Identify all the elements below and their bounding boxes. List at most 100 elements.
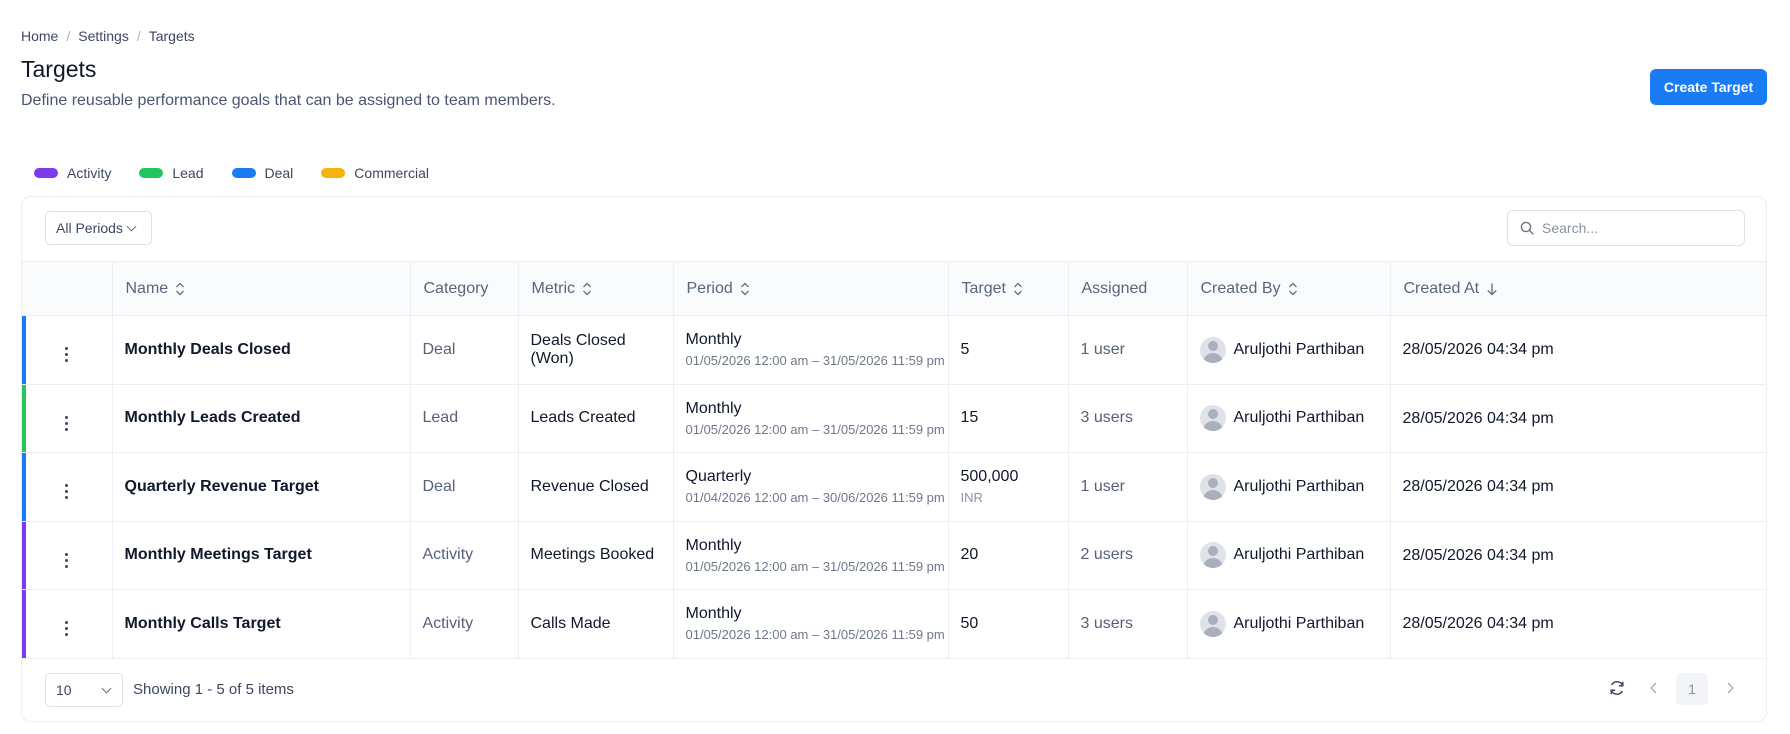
category-color-bar: [22, 521, 26, 589]
target-created-by-cell: Aruljothi Parthiban: [1187, 521, 1391, 590]
target-period-cell: Quarterly 01/04/2026 12:00 am – 30/06/202…: [673, 452, 949, 522]
legend-label: Activity: [67, 165, 112, 181]
row-actions-cell: [22, 521, 113, 590]
target-metric: Deals Closed (Won): [518, 315, 674, 385]
header-period[interactable]: Period: [673, 261, 949, 316]
target-period-cell: Monthly 01/05/2026 12:00 am – 31/05/2026 …: [673, 589, 949, 659]
target-period: Monthly: [685, 605, 742, 623]
target-value-cell: 15: [948, 384, 1069, 453]
header-target[interactable]: Target: [948, 261, 1069, 316]
target-created-at: 28/05/2026 04:34 pm: [1390, 589, 1766, 659]
page-size-select[interactable]: 10: [45, 673, 123, 707]
period-filter-select[interactable]: All Periods: [45, 211, 152, 245]
kebab-icon[interactable]: [65, 415, 69, 431]
search-icon: [1520, 221, 1534, 235]
header-name[interactable]: Name: [112, 261, 411, 316]
legend-swatch: [139, 168, 164, 178]
header-label: Period: [686, 279, 733, 297]
target-metric: Meetings Booked: [518, 521, 674, 590]
row-actions-cell: [22, 452, 113, 522]
target-created-at: 28/05/2026 04:34 pm: [1390, 521, 1766, 590]
sort-icon[interactable]: [740, 282, 750, 296]
legend-item-commercial: Commercial: [321, 165, 429, 181]
header-actions: [22, 261, 113, 316]
search-input[interactable]: [1542, 220, 1732, 236]
target-period: Quarterly: [685, 468, 752, 486]
target-name[interactable]: Monthly Leads Created: [112, 384, 411, 453]
target-assigned: 3 users: [1068, 589, 1188, 659]
target-period: Monthly: [685, 331, 742, 349]
target-value-cell: 20: [948, 521, 1069, 590]
sort-icon[interactable]: [1288, 282, 1298, 296]
table-row[interactable]: Monthly Meetings Target Activity Meetings …: [22, 521, 1766, 590]
create-target-button[interactable]: Create Target: [1650, 69, 1767, 105]
target-name[interactable]: Monthly Meetings Target: [112, 521, 411, 590]
target-created-at: 28/05/2026 04:34 pm: [1390, 315, 1766, 385]
target-created-by-cell: Aruljothi Parthiban: [1187, 452, 1391, 522]
chevron-left-icon[interactable]: [1649, 681, 1659, 700]
user-avatar-icon: [1199, 610, 1226, 637]
creator-name: Aruljothi Parthiban: [1233, 340, 1365, 358]
breadcrumb-home[interactable]: Home: [21, 28, 58, 44]
target-value-cell: 500,000 INR: [948, 452, 1069, 522]
page-number-current[interactable]: 1: [1676, 673, 1708, 705]
user-avatar-icon: [1199, 473, 1226, 500]
kebab-icon[interactable]: [65, 484, 69, 500]
header-created-at[interactable]: Created At: [1390, 261, 1766, 316]
refresh-icon[interactable]: [1608, 679, 1626, 702]
header-created-by[interactable]: Created By: [1187, 261, 1391, 316]
chevron-right-icon[interactable]: [1725, 681, 1735, 700]
legend-swatch: [34, 168, 58, 178]
table-row[interactable]: Monthly Leads Created Lead Leads Created Mo…: [22, 384, 1766, 453]
sort-icon[interactable]: [1013, 282, 1023, 296]
legend-item-deal: Deal: [231, 165, 294, 181]
header-metric[interactable]: Metric: [518, 261, 674, 316]
target-name[interactable]: Quarterly Revenue Target: [112, 452, 411, 522]
target-category: Lead: [410, 384, 519, 453]
header-assigned: Assigned: [1068, 261, 1188, 316]
user-avatar-icon: [1199, 542, 1226, 569]
target-assigned: 1 user: [1068, 315, 1188, 385]
page-size-value: 10: [56, 682, 72, 698]
target-period-range: 01/05/2026 12:00 am – 31/05/2026 11:59 p…: [685, 421, 945, 437]
targets-table: Name Category Metric Period Target Assig…: [22, 261, 1766, 659]
table-row[interactable]: Monthly Calls Target Activity Calls Made Mo…: [22, 589, 1766, 659]
targets-card: All Periods Name Category Metric Period …: [21, 196, 1767, 722]
header-label: Metric: [531, 279, 576, 297]
legend-label: Lead: [172, 165, 204, 181]
target-created-by-cell: Aruljothi Parthiban: [1187, 315, 1391, 385]
creator-name: Aruljothi Parthiban: [1233, 477, 1365, 495]
creator-name: Aruljothi Parthiban: [1233, 614, 1365, 632]
breadcrumb-separator: /: [136, 28, 141, 44]
kebab-icon[interactable]: [65, 347, 69, 363]
category-color-bar: [22, 384, 26, 452]
table-row[interactable]: Quarterly Revenue Target Deal Revenue Clos…: [22, 452, 1766, 522]
legend-label: Deal: [264, 165, 294, 181]
target-assigned: 2 users: [1068, 521, 1188, 590]
header-label: Assigned: [1081, 279, 1148, 297]
sort-icon[interactable]: [175, 282, 185, 296]
row-actions-cell: [22, 315, 113, 385]
target-value: 50: [960, 614, 979, 632]
target-category: Activity: [410, 521, 519, 590]
header-label: Created By: [1200, 279, 1281, 297]
target-period-cell: Monthly 01/05/2026 12:00 am – 31/05/2026 …: [673, 521, 949, 590]
target-value-cell: 5: [948, 315, 1069, 385]
target-unit: INR: [960, 490, 983, 506]
target-name[interactable]: Monthly Calls Target: [112, 589, 411, 659]
target-value: 15: [960, 409, 979, 427]
category-color-bar: [22, 453, 26, 521]
target-period-range: 01/04/2026 12:00 am – 30/06/2026 11:59 p…: [685, 490, 945, 506]
target-created-by-cell: Aruljothi Parthiban: [1187, 384, 1391, 453]
row-actions-cell: [22, 589, 113, 659]
target-created-by-cell: Aruljothi Parthiban: [1187, 589, 1391, 659]
arrow-down-icon[interactable]: [1486, 282, 1498, 296]
table-row[interactable]: Monthly Deals Closed Deal Deals Closed (Wo…: [22, 315, 1766, 385]
breadcrumb: Home / Settings / Targets: [21, 28, 195, 44]
sort-icon[interactable]: [582, 282, 592, 296]
kebab-icon[interactable]: [65, 552, 69, 568]
creator-name: Aruljothi Parthiban: [1233, 546, 1365, 564]
kebab-icon[interactable]: [65, 621, 69, 637]
target-name[interactable]: Monthly Deals Closed: [112, 315, 411, 385]
breadcrumb-settings[interactable]: Settings: [78, 28, 129, 44]
